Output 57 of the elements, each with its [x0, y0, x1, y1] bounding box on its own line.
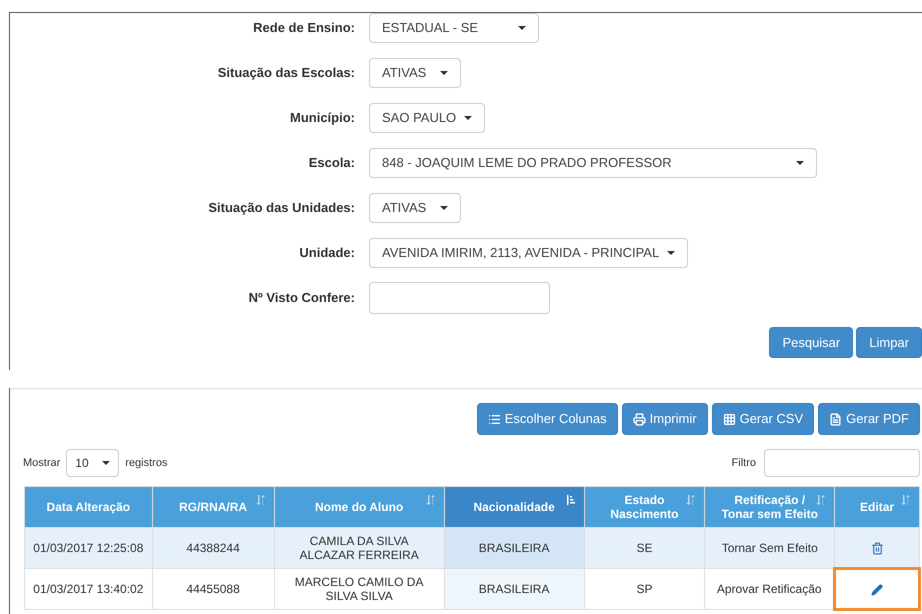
records-label: registros [125, 456, 168, 471]
printer-icon [632, 412, 646, 426]
pencil-icon[interactable] [871, 584, 884, 596]
column-header[interactable]: RG/RNA/RA [152, 486, 274, 528]
toolbar-button[interactable]: Imprimir [622, 403, 708, 435]
select-field[interactable]: ATIVAS [369, 58, 461, 88]
trash-icon[interactable] [870, 542, 884, 555]
column-header[interactable]: Editar [834, 486, 920, 528]
action-button[interactable]: Pesquisar [769, 327, 854, 358]
sort-icon [256, 495, 266, 505]
sort-icon [686, 495, 696, 505]
show-label: Mostrar [23, 456, 60, 471]
column-header[interactable]: Nome do Aluno [274, 486, 444, 528]
toolbar-button[interactable]: Gerar CSV [712, 403, 814, 435]
field-label: Situação das Escolas: [216, 64, 356, 82]
column-header[interactable]: Data Alteração [24, 486, 152, 528]
table-cell: SP [584, 568, 705, 610]
page-size-select[interactable]: 10 [66, 449, 120, 477]
caret-icon [440, 71, 448, 75]
field-label: Município: [289, 109, 356, 128]
filter-label: Filtro [732, 456, 756, 471]
field-label: Nº Visto Confere: [248, 289, 356, 308]
field-label: Situação das Unidades: [207, 199, 356, 218]
sort-ascending-icon [566, 495, 576, 505]
filter-input[interactable] [764, 449, 920, 477]
caret-icon [518, 26, 526, 30]
toolbar-button[interactable]: Escolher Colunas [476, 403, 618, 435]
table-cell: 44455088 [152, 568, 274, 610]
table-cell: BRASILEIRA [444, 528, 584, 568]
select-field[interactable]: ATIVAS [369, 193, 461, 223]
document-icon [829, 412, 842, 426]
text-input[interactable] [369, 282, 550, 314]
caret-icon [796, 161, 804, 165]
list-icon [488, 412, 501, 426]
field-label: Rede de Ensino: [252, 19, 356, 38]
select-field[interactable]: 848 - JOAQUIM LEME DO PRADO PROFESSOR [369, 148, 817, 178]
caret-icon [667, 251, 676, 255]
caret-icon [464, 116, 472, 120]
field-label: Unidade: [298, 244, 356, 262]
column-header[interactable]: Estado Nascimento [584, 486, 705, 528]
grid-icon [722, 412, 736, 426]
select-field[interactable]: SAO PAULO [369, 103, 486, 133]
sort-icon [426, 495, 436, 505]
table-cell: BRASILEIRA [444, 568, 584, 610]
sort-icon [901, 495, 911, 505]
toolbar-button[interactable]: Gerar PDF [818, 403, 920, 435]
table-cell: 01/03/2017 13:40:02 [24, 568, 152, 610]
column-header[interactable]: Nacionalidade [444, 486, 584, 528]
field-label: Escola: [308, 154, 356, 172]
caret-icon [102, 461, 110, 465]
select-field[interactable]: AVENIDA IMIRIM, 2113, AVENIDA - PRINCIPAL [369, 238, 688, 268]
caret-icon [440, 206, 448, 210]
sort-icon [816, 495, 826, 505]
select-field[interactable]: ESTADUAL - SE [369, 13, 539, 43]
action-button[interactable]: Limpar [856, 327, 922, 358]
table-cell: MARCELO CAMILO DA SILVA SILVA [274, 568, 444, 610]
column-header[interactable]: Retificação / Tonar sem Efeito [704, 486, 835, 528]
